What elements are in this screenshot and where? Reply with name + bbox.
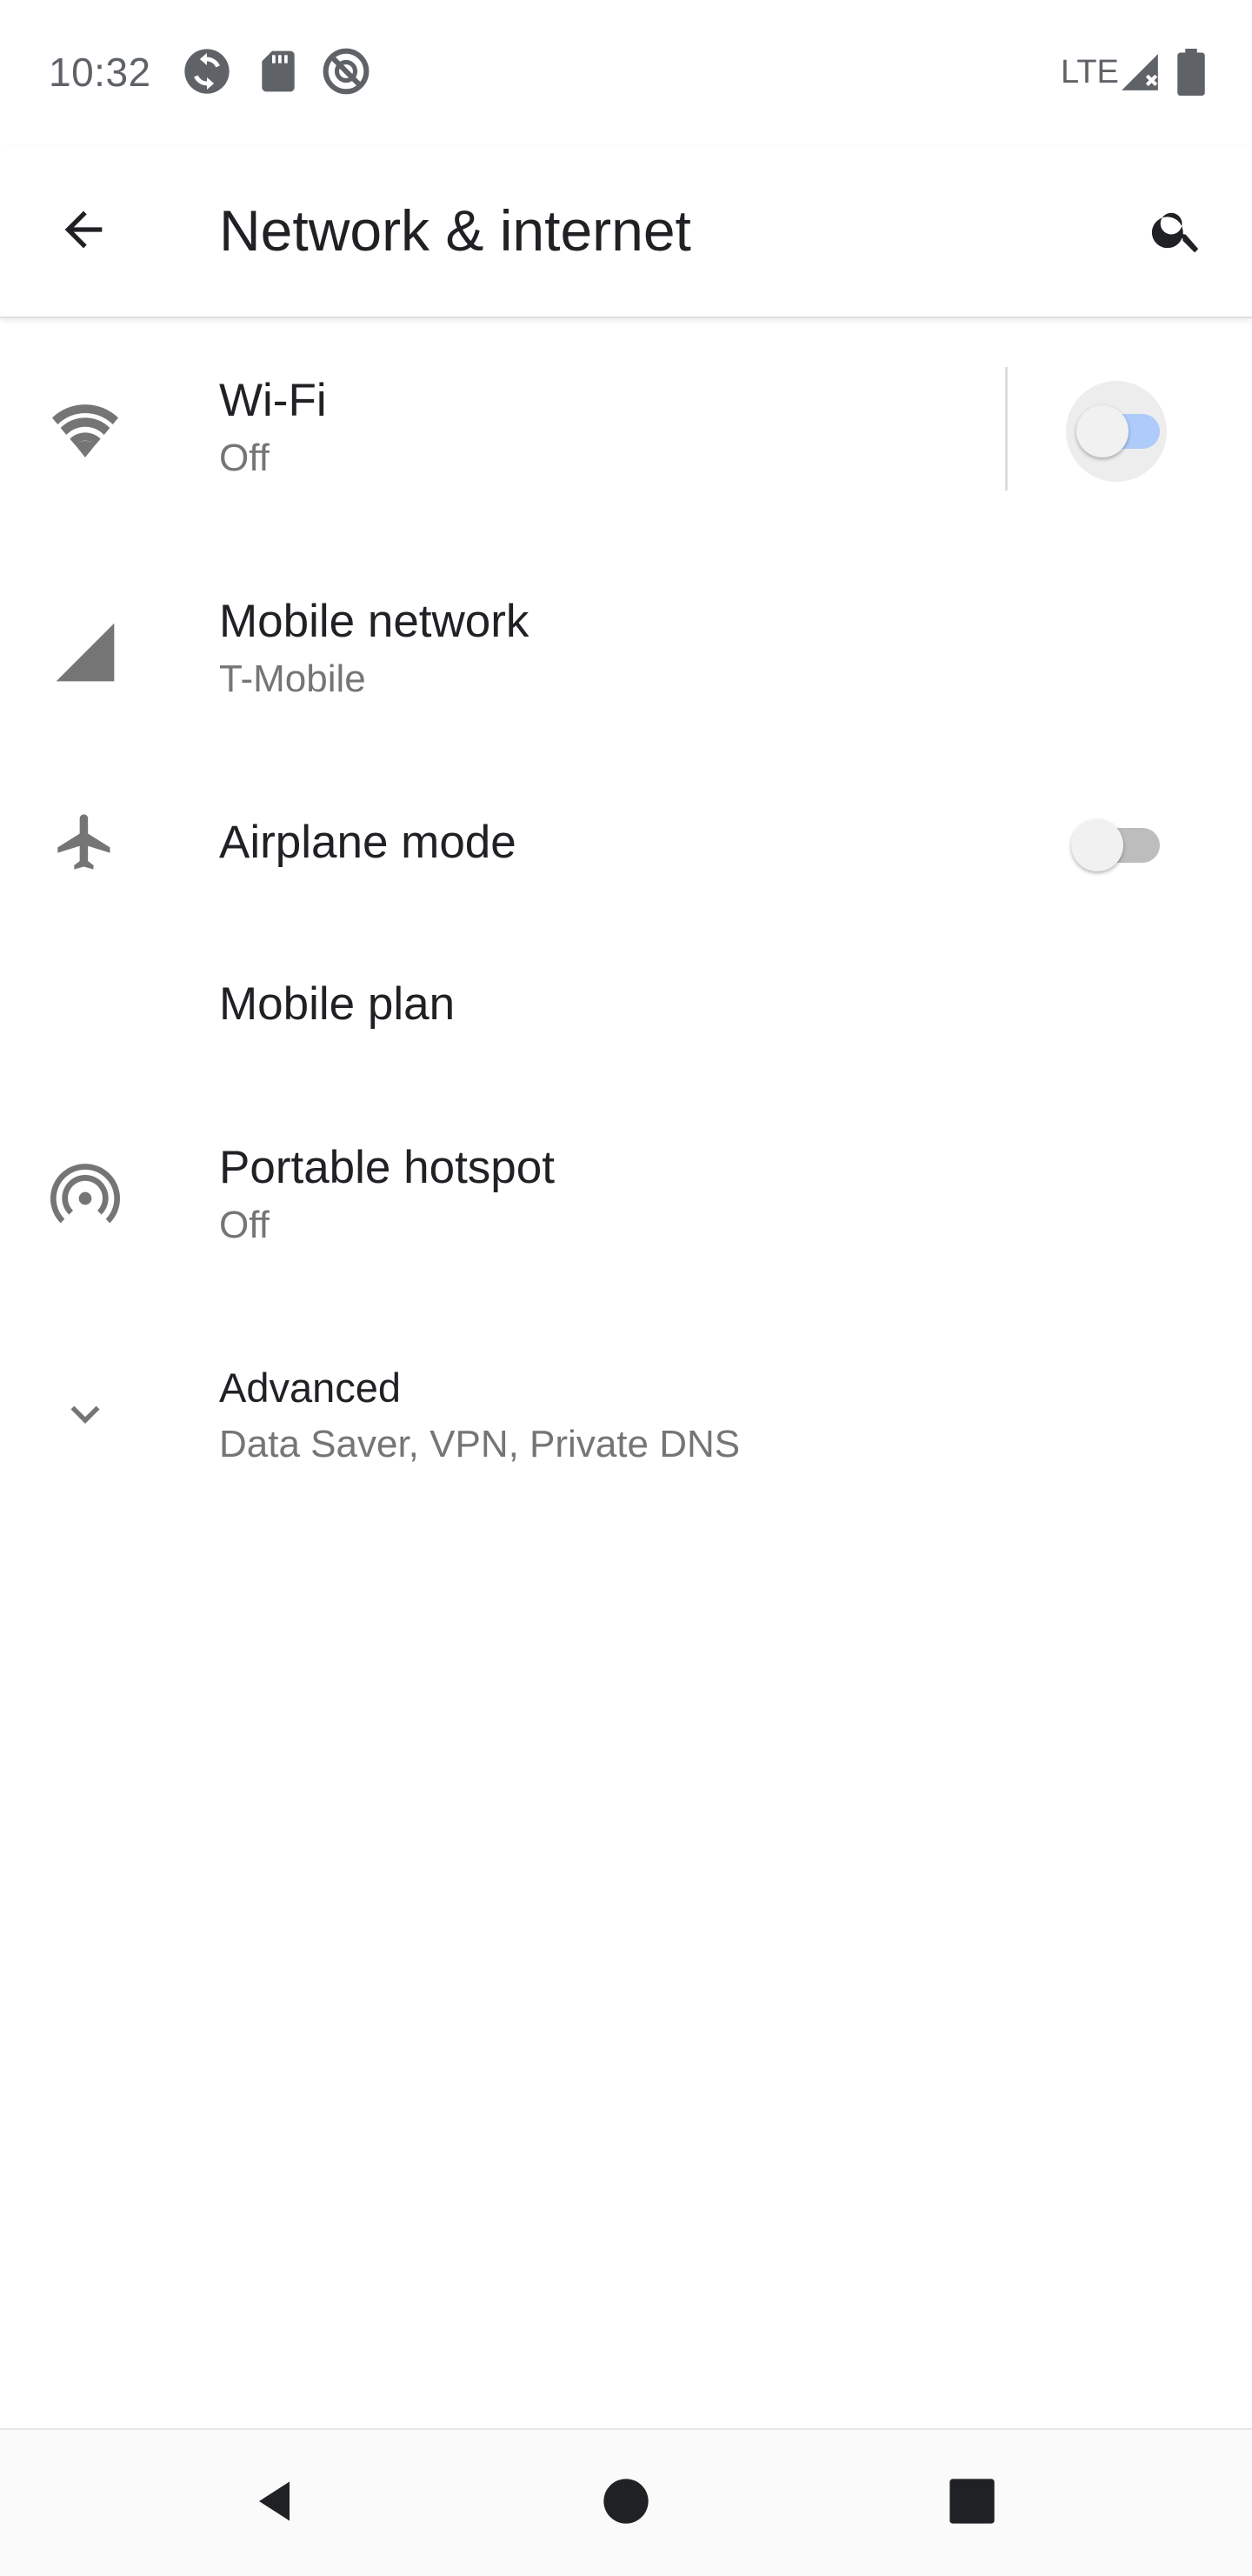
airplane-icon [43, 800, 127, 884]
arrow-back-icon [56, 202, 111, 262]
sd-card-icon [254, 47, 303, 96]
nav-recents-button[interactable] [934, 2465, 1010, 2541]
search-icon [1149, 201, 1206, 263]
list-item-portable-hotspot[interactable]: Portable hotspot Off [0, 1122, 1252, 1278]
wifi-divider [1005, 367, 1008, 491]
app-bar: Network & internet [0, 146, 1252, 318]
cell-signal-icon [1118, 50, 1167, 99]
wifi-icon [43, 390, 127, 473]
cell-signal-icon [43, 611, 127, 694]
hotspot-icon [43, 1157, 127, 1240]
navigation-bar [0, 2428, 1252, 2576]
mobile-network-summary: T-Mobile [219, 657, 366, 700]
airplane-mode-title: Airplane mode [219, 817, 516, 868]
chevron-down-icon [43, 1372, 127, 1456]
list-item-mobile-network[interactable]: Mobile network T-Mobile [0, 574, 1252, 731]
portable-hotspot-title: Portable hotspot [219, 1142, 555, 1193]
wifi-summary: Off [219, 437, 270, 479]
airplane-mode-toggle[interactable] [1061, 791, 1165, 896]
status-bar: 10:32 LTE [0, 0, 1252, 146]
back-triangle-icon [250, 2475, 303, 2532]
wifi-title: Wi-Fi [219, 375, 327, 426]
mobile-plan-title: Mobile plan [219, 978, 456, 1030]
wifi-toggle-thumb [1076, 405, 1129, 457]
list-item-mobile-plan[interactable]: Mobile plan [0, 957, 1252, 1078]
do-not-disturb-icon [322, 47, 370, 96]
airplane-toggle-thumb [1071, 819, 1123, 871]
battery-icon [1174, 49, 1222, 97]
nav-home-button[interactable] [588, 2465, 664, 2541]
nav-back-button[interactable] [238, 2465, 315, 2541]
advanced-summary: Data Saver, VPN, Private DNS [219, 1423, 741, 1465]
list-item-advanced[interactable]: Advanced Data Saver, VPN, Private DNS [0, 1339, 1252, 1496]
sync-icon [183, 47, 231, 96]
recents-square-icon [948, 2477, 996, 2530]
status-time: 10:32 [49, 50, 151, 95]
home-circle-icon [602, 2477, 650, 2530]
mobile-network-title: Mobile network [219, 596, 529, 647]
search-button[interactable] [1135, 190, 1219, 273]
back-button[interactable] [42, 190, 125, 273]
page-title: Network & internet [219, 198, 691, 263]
advanced-title: Advanced [219, 1365, 402, 1411]
network-type-label: LTE [1061, 54, 1119, 90]
wifi-toggle[interactable] [1061, 377, 1167, 482]
portable-hotspot-summary: Off [219, 1204, 270, 1246]
